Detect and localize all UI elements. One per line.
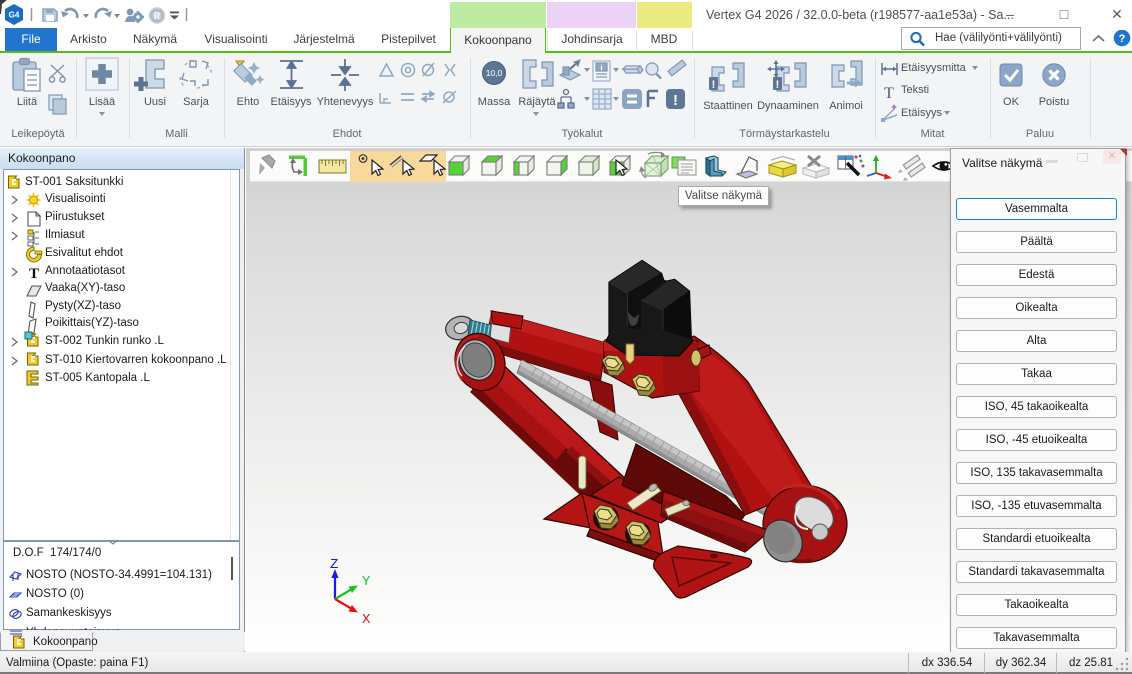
- svg-text:R: R: [154, 11, 161, 21]
- svg-text:!: !: [673, 92, 678, 109]
- svg-text:!: !: [776, 79, 780, 91]
- svg-text:Z: Z: [330, 557, 338, 573]
- svg-text:X: X: [362, 612, 371, 628]
- svg-text:10,0: 10,0: [486, 68, 503, 78]
- svg-text:T: T: [29, 266, 39, 282]
- svg-text:G4: G4: [9, 11, 20, 20]
- svg-text:i: i: [600, 64, 602, 73]
- svg-text:!: !: [712, 79, 716, 91]
- svg-text:?: ?: [1119, 33, 1126, 45]
- svg-text:T: T: [884, 85, 894, 102]
- svg-text:Y: Y: [362, 574, 371, 590]
